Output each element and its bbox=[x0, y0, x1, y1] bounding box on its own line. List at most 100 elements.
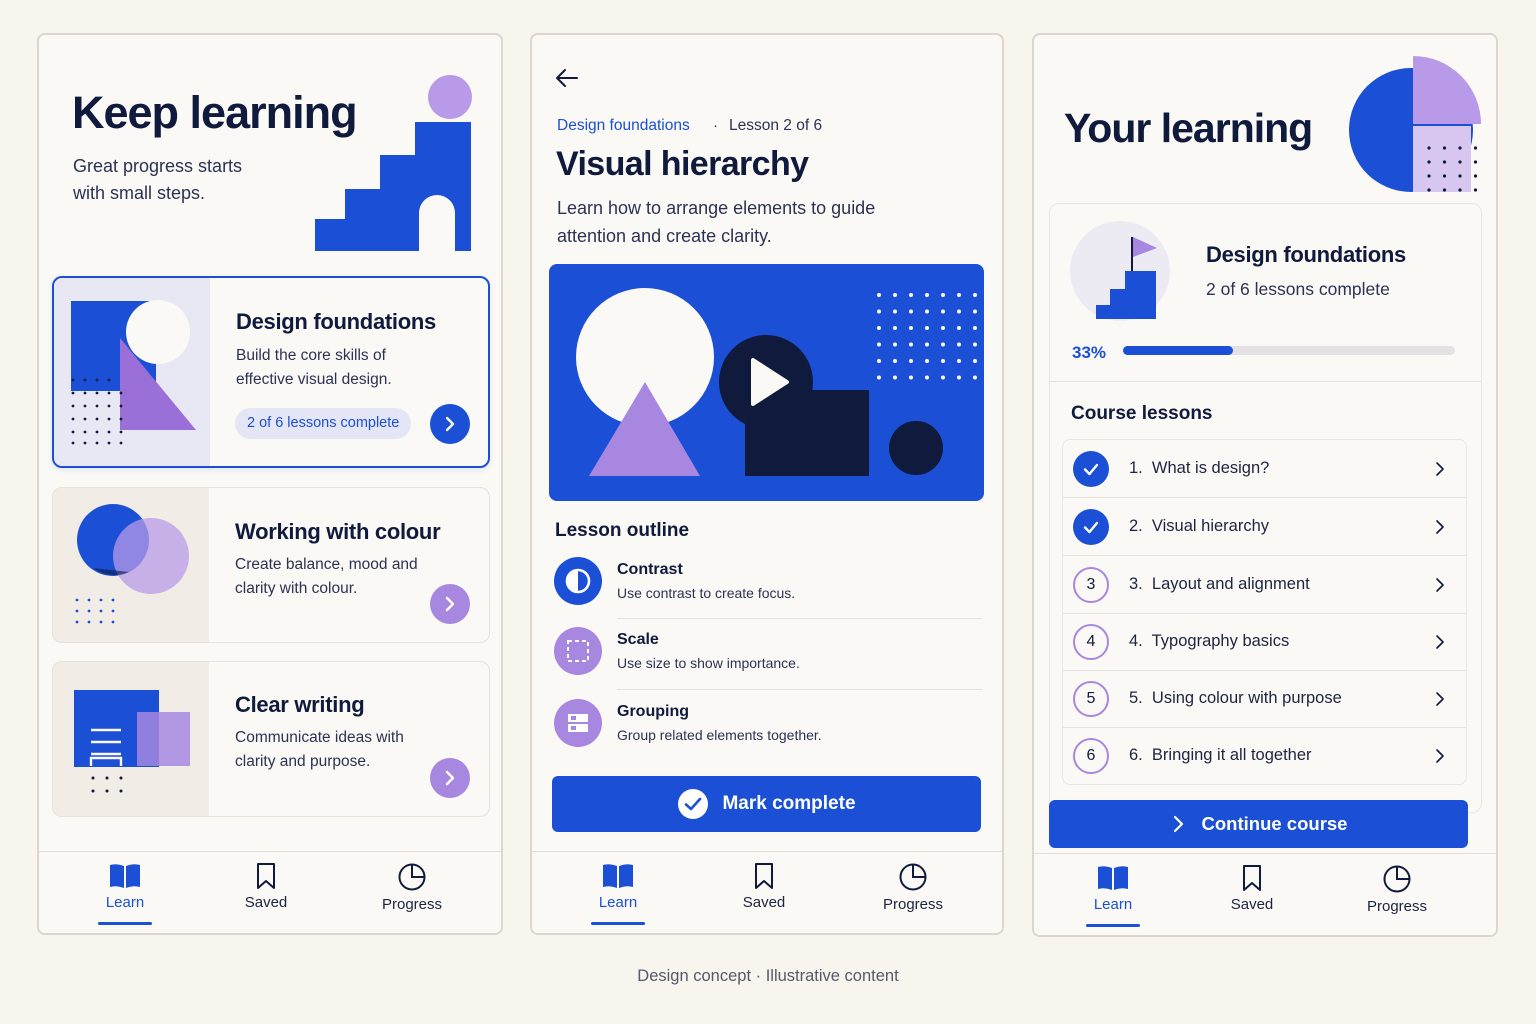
breadcrumb-separator: · bbox=[713, 117, 718, 134]
nav-saved[interactable]: Saved bbox=[709, 862, 819, 911]
active-indicator bbox=[98, 922, 152, 925]
chevron-right-icon bbox=[1435, 520, 1445, 539]
lesson-label: 5. Using colour with purpose bbox=[1129, 689, 1342, 707]
progress-badge: 2 of 6 lessons complete bbox=[235, 408, 412, 439]
nav-progress[interactable]: Progress bbox=[357, 862, 467, 913]
lesson-number: 4 bbox=[1073, 624, 1109, 660]
pie-chart-icon bbox=[899, 863, 927, 891]
outline-item-grouping[interactable]: Grouping Group related elements together… bbox=[554, 699, 982, 769]
course-title: Clear writing bbox=[235, 692, 365, 717]
nav-label: Progress bbox=[381, 896, 443, 913]
lesson-row[interactable]: 1. What is design? bbox=[1062, 440, 1467, 497]
divider bbox=[617, 689, 982, 690]
lesson-label: 4. Typography basics bbox=[1129, 632, 1290, 650]
lesson-row[interactable]: 3 3. Layout and alignment bbox=[1062, 556, 1467, 613]
nav-progress[interactable]: Progress bbox=[858, 862, 968, 913]
lessons-heading: Course lessons bbox=[1071, 403, 1213, 424]
course-description: Build the core skills of effective visua… bbox=[236, 347, 392, 388]
progress-bar-fill bbox=[1123, 346, 1233, 355]
back-arrow-icon[interactable] bbox=[554, 67, 580, 89]
nav-label: Learn bbox=[598, 894, 638, 911]
bookmark-icon bbox=[755, 863, 773, 889]
bookmark-icon bbox=[1243, 865, 1261, 891]
pie-chart-icon bbox=[398, 863, 426, 891]
open-course-button[interactable] bbox=[430, 404, 470, 444]
outline-item-contrast[interactable]: Contrast Use contrast to create focus. bbox=[554, 557, 982, 627]
nav-learn[interactable]: Learn bbox=[563, 862, 673, 925]
lesson-row[interactable]: 5 5. Using colour with purpose bbox=[1062, 670, 1467, 727]
course-illustration bbox=[54, 278, 210, 466]
course-illustration bbox=[53, 662, 209, 816]
check-circle-icon bbox=[678, 789, 709, 819]
page-subtitle: Great progress starts with small steps. bbox=[73, 156, 243, 203]
nav-label: Progress bbox=[882, 896, 944, 913]
bottom-nav: Learn Saved Progress bbox=[39, 851, 501, 933]
course-title: Design foundations bbox=[1206, 242, 1406, 267]
lesson-number: 6 bbox=[1073, 738, 1109, 774]
course-progress-text: 2 of 6 lessons complete bbox=[1206, 279, 1390, 299]
open-course-button[interactable] bbox=[430, 584, 470, 624]
chevron-right-icon bbox=[445, 596, 455, 612]
nav-saved[interactable]: Saved bbox=[1197, 864, 1307, 913]
nav-label: Saved bbox=[742, 894, 786, 911]
book-icon bbox=[603, 864, 633, 888]
breadcrumb-course-link[interactable]: Design foundations bbox=[557, 117, 690, 135]
scale-icon bbox=[554, 627, 602, 675]
continue-course-button[interactable]: Continue course bbox=[1049, 800, 1468, 848]
outline-item-description: Group related elements together. bbox=[617, 727, 822, 743]
nav-label: Saved bbox=[1230, 896, 1274, 913]
nav-label: Learn bbox=[1093, 896, 1133, 913]
lesson-row[interactable]: 4 4. Typography basics bbox=[1062, 613, 1467, 670]
page-title: Keep learning bbox=[72, 87, 358, 138]
course-description: Communicate ideas with clarity and purpo… bbox=[235, 729, 404, 770]
lesson-title: Visual hierarchy bbox=[556, 145, 809, 183]
course-title: Design foundations bbox=[236, 309, 436, 334]
course-card-design-foundations[interactable]: Design foundations Build the core skills… bbox=[52, 276, 490, 468]
course-illustration bbox=[53, 488, 209, 642]
progress-illustration bbox=[1070, 221, 1170, 321]
course-card-clear-writing[interactable]: Clear writing Communicate ideas with cla… bbox=[52, 661, 490, 817]
chevron-right-icon bbox=[1435, 578, 1445, 597]
lesson-label: 2. Visual hierarchy bbox=[1129, 517, 1270, 535]
nav-progress[interactable]: Progress bbox=[1342, 864, 1452, 915]
course-description: Create balance, mood and clarity with co… bbox=[235, 556, 418, 597]
nav-learn[interactable]: Learn bbox=[70, 862, 180, 925]
lesson-video[interactable] bbox=[549, 264, 984, 501]
course-title: Working with colour bbox=[235, 519, 441, 544]
lesson-description: Learn how to arrange elements to guide a… bbox=[557, 198, 876, 246]
divider bbox=[1050, 381, 1481, 382]
button-label: Continue course bbox=[1201, 813, 1348, 834]
divider bbox=[617, 618, 982, 619]
lesson-label: 6. Bringing it all together bbox=[1129, 746, 1312, 764]
mark-complete-button[interactable]: Mark complete bbox=[552, 776, 981, 832]
breadcrumb-lesson: Lesson 2 of 6 bbox=[729, 117, 823, 134]
lesson-number: 3 bbox=[1073, 567, 1109, 603]
outline-item-name: Scale bbox=[617, 631, 659, 648]
book-icon bbox=[1098, 866, 1128, 890]
page-title: Your learning bbox=[1064, 105, 1313, 151]
play-button[interactable] bbox=[719, 335, 813, 429]
nav-saved[interactable]: Saved bbox=[211, 862, 321, 911]
bookmark-icon bbox=[257, 863, 275, 889]
nav-learn[interactable]: Learn bbox=[1058, 864, 1168, 927]
chevron-right-icon bbox=[1435, 692, 1445, 711]
lesson-row[interactable]: 2. Visual hierarchy bbox=[1062, 498, 1467, 555]
chevron-right-icon bbox=[1435, 635, 1445, 654]
lesson-row[interactable]: 6 6. Bringing it all together bbox=[1062, 727, 1467, 784]
active-indicator bbox=[591, 922, 645, 925]
book-icon bbox=[110, 864, 140, 888]
nav-label: Learn bbox=[105, 894, 145, 911]
progress-bar bbox=[1123, 346, 1455, 355]
pie-illustration bbox=[1349, 56, 1481, 192]
open-course-button[interactable] bbox=[430, 758, 470, 798]
progress-screen: Your learning Design foundations 2 of 6 … bbox=[1032, 33, 1498, 937]
bottom-nav: Learn Saved Progress bbox=[1034, 853, 1496, 935]
course-card-working-with-colour[interactable]: Working with colour Create balance, mood… bbox=[52, 487, 490, 643]
outline-item-description: Use contrast to create focus. bbox=[617, 585, 796, 601]
progress-percent: 33% bbox=[1072, 343, 1107, 362]
stairs-illustration bbox=[315, 75, 472, 251]
outline-item-scale[interactable]: Scale Use size to show importance. bbox=[554, 627, 982, 697]
chevron-right-icon bbox=[1173, 815, 1183, 833]
chevron-right-icon bbox=[1435, 749, 1445, 768]
button-label: Mark complete bbox=[722, 793, 856, 814]
